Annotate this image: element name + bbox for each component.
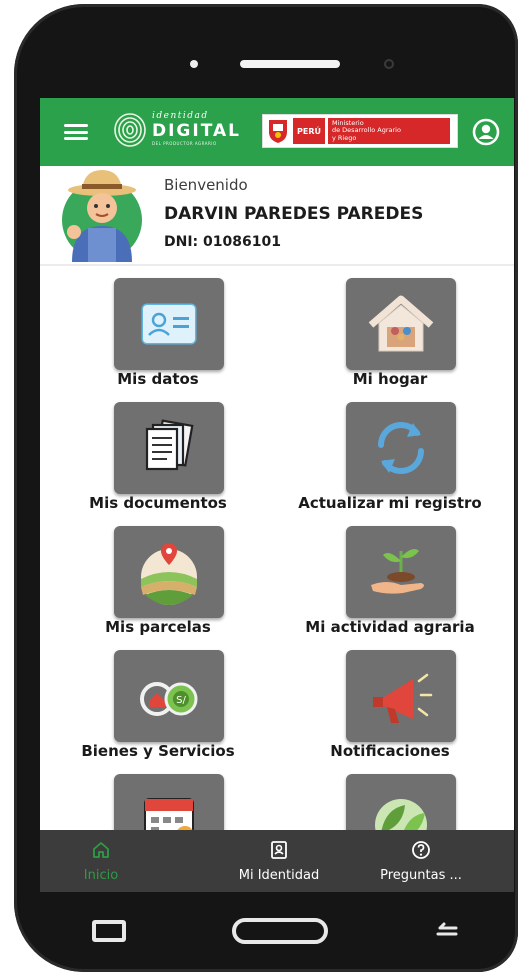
recent-apps-key[interactable] [92, 920, 126, 942]
documents-icon [145, 419, 194, 471]
back-key-icon[interactable] [432, 920, 462, 942]
app-screen: identidad DIGITAL DEL PRODUCTOR AGRARIO … [40, 98, 514, 892]
nav-label: Inicio [83, 868, 119, 883]
brand-name: DIGITAL [152, 121, 241, 141]
refresh-icon [378, 422, 424, 474]
tile-label: Mi actividad agraria [305, 618, 475, 636]
home-key[interactable] [232, 918, 328, 944]
tile-bienes-servicios-box[interactable]: S/ [114, 650, 224, 742]
ministry-name: Ministerio de Desarrollo Agrario y Riego [327, 118, 450, 144]
brand-subtitle: DEL PRODUCTOR AGRARIO [152, 141, 217, 146]
id-card-icon [141, 303, 197, 345]
svg-text:S/: S/ [176, 695, 186, 706]
tile-label: Mis datos [117, 370, 199, 388]
calendar-icon [144, 798, 194, 830]
question-icon [412, 841, 430, 859]
tile-leaves-box[interactable] [346, 774, 456, 830]
brand-tagline: identidad [152, 111, 209, 121]
tile-label: Mis documentos [89, 494, 227, 512]
tile-label: Actualizar mi registro [298, 494, 482, 512]
bottom-nav: Inicio Mi Identidad Preguntas ... [40, 830, 514, 892]
user-dni: DNI: 01086101 [164, 234, 281, 250]
front-camera [384, 59, 394, 69]
nav-label: Preguntas ... [380, 868, 462, 883]
nav-item-mi-identidad[interactable]: Mi Identidad [224, 830, 334, 892]
ministry-logo: PERÚ Ministerio de Desarrollo Agrario y … [262, 114, 458, 148]
tile-mi-hogar-box[interactable] [346, 278, 456, 370]
tile-mis-documentos-box[interactable] [114, 402, 224, 494]
sensor-dot [190, 60, 198, 68]
menu-icon[interactable] [64, 124, 88, 140]
earpiece-speaker [240, 60, 340, 68]
farmer-avatar-icon [62, 170, 142, 262]
nav-item-inicio[interactable]: Inicio [46, 830, 156, 892]
peru-shield-icon [269, 120, 287, 143]
app-bar: identidad DIGITAL DEL PRODUCTOR AGRARIO … [40, 98, 514, 166]
brand-logo: identidad DIGITAL DEL PRODUCTOR AGRARIO [152, 112, 241, 146]
tile-calendar-box[interactable] [114, 774, 224, 830]
tile-actualizar-registro-box[interactable] [346, 402, 456, 494]
tile-mis-parcelas-box[interactable] [114, 526, 224, 618]
tile-label: Mis parcelas [105, 618, 211, 636]
megaphone-icon [373, 673, 433, 723]
plant-hand-icon [371, 549, 424, 594]
user-name: DARVIN PAREDES PAREDES [164, 204, 424, 224]
menu-grid: Mis datos Mi hogar Mis documentos Actual… [40, 274, 514, 830]
tile-label: Notificaciones [330, 742, 450, 760]
goods-services-icon: S/ [140, 682, 198, 716]
farm-plot-icon [141, 543, 197, 605]
tile-mis-datos-box[interactable] [114, 278, 224, 370]
id-badge-icon [271, 841, 287, 859]
house-family-icon [368, 295, 434, 352]
tile-label: Bienes y Servicios [81, 742, 235, 760]
nav-item-preguntas[interactable]: Preguntas ... [366, 830, 476, 892]
nav-label: Mi Identidad [238, 868, 320, 883]
tile-label: Mi hogar [352, 370, 428, 388]
fingerprint-icon [114, 113, 146, 147]
leaves-icon [375, 799, 427, 830]
home-icon [93, 842, 109, 858]
tile-notificaciones-box[interactable] [346, 650, 456, 742]
greeting-text: Bienvenido [164, 176, 248, 194]
welcome-card: Bienvenido DARVIN PAREDES PAREDES DNI: 0… [40, 166, 514, 266]
peru-badge: PERÚ [293, 118, 325, 144]
user-circle-icon[interactable] [472, 118, 500, 146]
tile-actividad-agraria-box[interactable] [346, 526, 456, 618]
